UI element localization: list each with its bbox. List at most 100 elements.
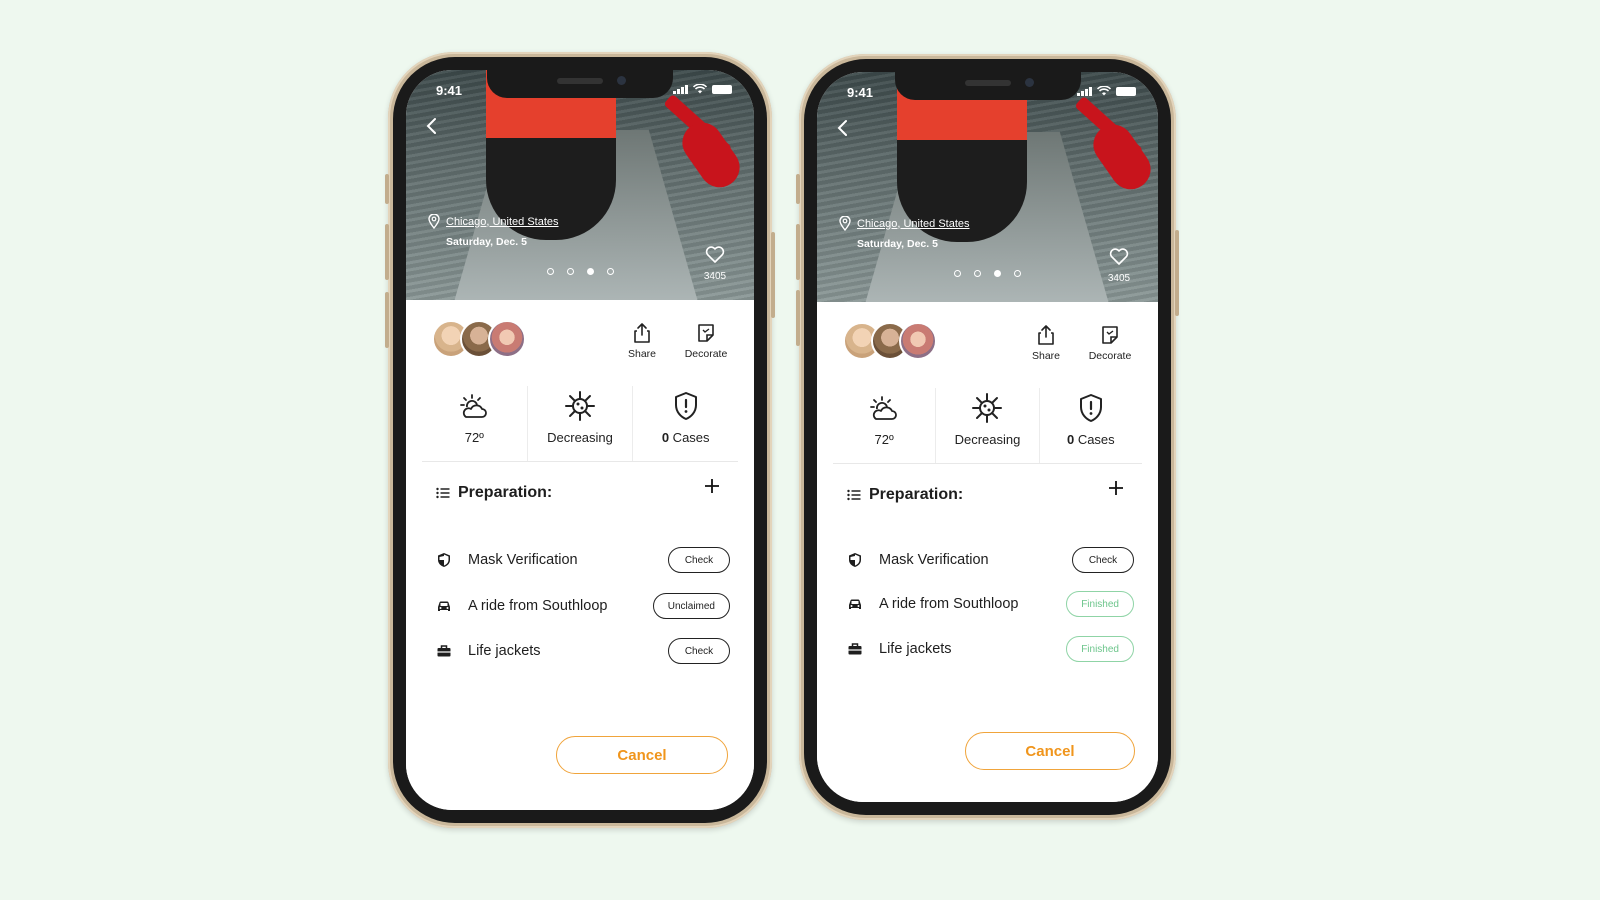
check-button[interactable]: Check — [668, 547, 730, 573]
cases-stat: 0 Cases — [1038, 388, 1142, 463]
prep-item: Life jackets Check — [436, 637, 730, 665]
finished-badge[interactable]: Finished — [1066, 636, 1134, 662]
partly-cloudy-icon — [460, 394, 488, 418]
participants[interactable] — [432, 320, 526, 358]
location[interactable]: Chicago, United States — [839, 216, 970, 231]
check-button[interactable]: Check — [1072, 547, 1134, 573]
item-name: Life jackets — [468, 643, 541, 659]
carousel-dot-active[interactable] — [586, 268, 594, 275]
share-label: Share — [627, 348, 657, 360]
check-button[interactable]: Check — [668, 638, 730, 664]
action-bar: Share Decorate — [1022, 324, 1134, 362]
preparation-header: Preparation: — [436, 484, 552, 502]
prep-item: A ride from Southloop Unclaimed — [436, 592, 730, 620]
pin-icon — [839, 216, 851, 231]
location[interactable]: Chicago, United States — [428, 214, 559, 229]
signal-icon — [1077, 86, 1092, 96]
share-button[interactable]: Share — [1022, 324, 1070, 362]
volume-down-button — [385, 292, 389, 348]
weather-stat: 72º — [833, 388, 935, 463]
partly-cloudy-icon — [870, 396, 898, 420]
trend-label: Decreasing — [954, 432, 1021, 447]
weather-stat: 72º — [422, 386, 527, 461]
preparation-title: Preparation: — [458, 484, 553, 501]
location-text: Chicago, United States — [446, 215, 559, 228]
item-name: A ride from Southloop — [468, 598, 608, 614]
virus-trend-stat: Decreasing — [935, 388, 1038, 463]
share-icon — [1038, 325, 1054, 345]
unclaimed-button[interactable]: Unclaimed — [652, 593, 730, 619]
carousel-dot[interactable] — [546, 268, 554, 275]
heart-icon — [705, 246, 725, 263]
carousel-dot[interactable] — [974, 270, 981, 277]
add-item-button[interactable] — [1108, 478, 1124, 500]
side-button — [796, 174, 800, 204]
power-button — [1175, 230, 1179, 316]
stats-row: 72º Decreasing 0 Cases — [422, 386, 738, 462]
shield-alert-icon — [1079, 394, 1102, 422]
decorate-button[interactable]: Decorate — [1086, 324, 1134, 362]
status-bar: 9:41 — [406, 80, 754, 100]
trend-label: Decreasing — [547, 430, 613, 445]
avatar[interactable] — [488, 320, 526, 358]
volume-down-button — [796, 290, 800, 346]
cases-count: 0 — [661, 430, 670, 445]
stats-row: 72º Decreasing 0 Cases — [833, 388, 1142, 464]
add-item-button[interactable] — [704, 476, 720, 498]
virus-trend-stat: Decreasing — [526, 386, 633, 461]
signal-icon — [673, 84, 688, 94]
carousel-dot[interactable] — [606, 268, 614, 275]
decorate-label: Decorate — [1088, 350, 1132, 362]
avatar[interactable] — [899, 322, 937, 360]
item-name: A ride from Southloop — [879, 596, 1019, 612]
carousel-dot-active[interactable] — [994, 270, 1001, 277]
event-date: Saturday, Dec. 5 — [446, 236, 527, 248]
finished-badge[interactable]: Finished — [1066, 591, 1134, 617]
carousel-dot[interactable] — [1014, 270, 1021, 277]
item-name: Mask Verification — [468, 552, 578, 568]
power-button — [771, 232, 775, 318]
prep-item: Life jackets Finished — [847, 635, 1134, 663]
back-button[interactable] — [833, 118, 853, 138]
sticker-icon — [1102, 326, 1118, 344]
temperature: 72º — [464, 430, 484, 445]
cancel-button[interactable]: Cancel — [965, 732, 1135, 770]
heart-icon — [1109, 248, 1129, 265]
car-icon — [849, 599, 861, 609]
shield-icon — [438, 553, 450, 567]
back-button[interactable] — [422, 116, 442, 136]
list-icon — [847, 489, 861, 501]
preparation-title: Preparation: — [869, 486, 964, 503]
volume-up-button — [796, 224, 800, 280]
phone-2: 9:41 Chicago, United States Saturday, De… — [796, 54, 1179, 820]
prep-item: Mask Verification Check — [436, 546, 730, 574]
temperature: 72º — [874, 432, 894, 447]
share-button[interactable]: Share — [618, 322, 666, 360]
chevron-left-icon — [837, 120, 847, 136]
like-button[interactable]: 3405 — [700, 246, 730, 282]
event-date: Saturday, Dec. 5 — [857, 238, 938, 250]
carousel-dot[interactable] — [954, 270, 961, 277]
cases-stat: 0 Cases — [632, 386, 738, 461]
shield-icon — [849, 553, 861, 567]
list-icon — [436, 487, 450, 499]
item-name: Life jackets — [879, 641, 952, 657]
chevron-left-icon — [426, 118, 436, 134]
toolbox-icon — [848, 643, 862, 655]
cancel-button[interactable]: Cancel — [556, 736, 728, 774]
shield-alert-icon — [674, 392, 697, 420]
prep-item: Mask Verification Check — [847, 546, 1134, 574]
like-button[interactable]: 3405 — [1104, 248, 1134, 284]
screen: 9:41 Chicago, United States Saturday, De… — [817, 72, 1158, 802]
participants[interactable] — [843, 322, 937, 360]
battery-icon — [712, 84, 732, 94]
prep-item: A ride from Southloop Finished — [847, 590, 1134, 618]
volume-up-button — [385, 224, 389, 280]
cases-label: Cases — [1074, 432, 1115, 447]
virus-icon — [972, 393, 1003, 423]
carousel-dot[interactable] — [566, 268, 574, 275]
content: Share Decorate 72º Decreasing 0 Cases Pr… — [817, 302, 1158, 802]
content: Share Decorate 72º Decreasing 0 Cases Pr… — [406, 300, 754, 810]
toolbox-icon — [437, 645, 451, 657]
decorate-button[interactable]: Decorate — [682, 322, 730, 360]
